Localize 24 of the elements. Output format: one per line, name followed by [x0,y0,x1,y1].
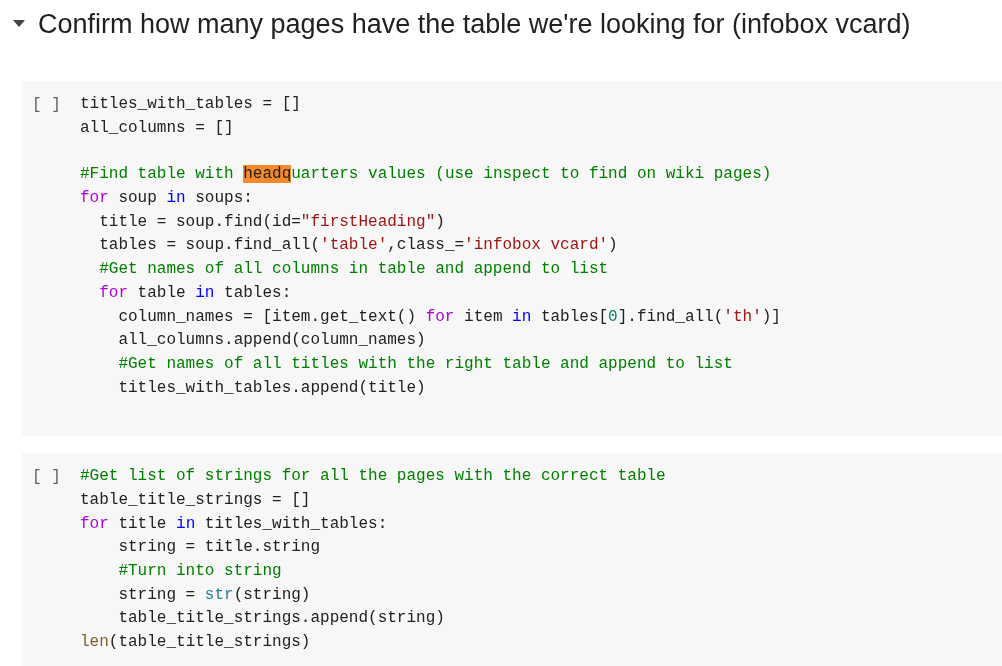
code-line: #Get list of strings for all the pages with the correct table [80,466,666,488]
code-line: string = title.string [117,537,322,559]
code-line: #Turn into string [117,561,283,582]
code-line: for table in tables: [98,282,293,304]
code-line: table_title_strings.append(string) [117,608,446,630]
code-line: title = soup.find(id="firstHeading") [98,211,446,233]
code-line: for title in titles_with_tables: [80,513,389,535]
section-title: Confirm how many pages have the table we're looking for (infobox vcard) [38,8,911,40]
code-line: titles_with_tables.append(title) [117,377,427,399]
run-indicator[interactable]: [ ] [32,465,80,490]
code-line: tables = soup.find_all('table',class_='infobox vcard') [98,235,619,257]
code-line: titles_with_tables = [] [80,94,302,115]
code-line: #Get names of all columns in table and append to list [98,259,610,281]
code-line: len(table_title_strings) [80,632,312,654]
code-line: #Get names of all titles with the right table and append to list [117,353,734,375]
code-line: string = str(string) [117,584,312,606]
code-line: table_title_strings = [] [80,489,312,511]
code-line: column_names = [item.get_text() for item in tables[0].find_all('th')] [117,306,781,328]
run-indicator[interactable]: [ ] [32,93,80,117]
collapse-caret-icon[interactable] [12,19,26,29]
code-line: all_columns.append(column_names) [117,330,427,352]
code-line: #Find table with headquarters values (use inspect to find on wiki pages) [80,164,773,186]
code-line: for soup in soups: [80,188,254,210]
code-line: all_columns = [] [80,117,235,139]
